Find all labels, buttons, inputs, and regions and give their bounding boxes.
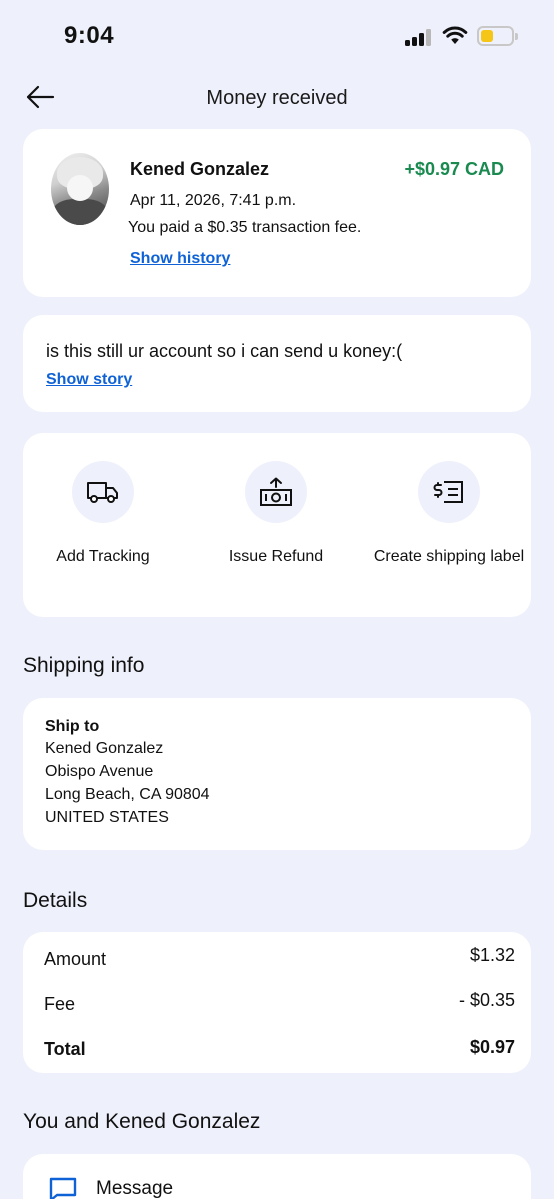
details-heading: Details	[23, 889, 88, 912]
issue-refund-button[interactable]: Issue Refund	[196, 461, 356, 568]
shipping-info-heading: Shipping info	[23, 654, 145, 677]
detail-value: $0.97	[469, 1037, 515, 1057]
issue-refund-label: Issue Refund	[228, 548, 324, 565]
detail-row-total: Total $0.97	[44, 1037, 515, 1060]
avatar	[51, 153, 109, 225]
show-history-link[interactable]: Show history	[130, 250, 230, 268]
detail-label: Total	[44, 1039, 86, 1059]
page-title: Money received	[206, 87, 348, 109]
status-bar: 9:04	[0, 0, 554, 70]
truck-icon	[87, 482, 118, 503]
fee-note: You paid a $0.35 transaction fee.	[128, 219, 362, 236]
message-label: Message	[96, 1178, 174, 1199]
ship-country: UNITED STATES	[45, 809, 169, 826]
add-tracking-button[interactable]: Add Tracking	[23, 461, 183, 568]
ship-city: Long Beach, CA 90804	[45, 786, 210, 803]
message-card[interactable]: Message	[23, 1154, 531, 1199]
detail-label: Amount	[44, 949, 107, 969]
add-tracking-label: Add Tracking	[56, 548, 150, 565]
create-shipping-label-text: Create shipping label	[373, 548, 525, 565]
detail-row-amount: Amount $1.32	[44, 945, 515, 970]
actions-card: Add Tracking Issue Refund Create shippin…	[23, 433, 531, 617]
status-time: 9:04	[64, 22, 115, 49]
wifi-icon	[442, 25, 468, 50]
detail-value: - $0.35	[458, 990, 515, 1010]
ship-to-label: Ship to	[45, 718, 100, 735]
details-card: Amount $1.32 Fee - $0.35 Total $0.97	[23, 932, 531, 1073]
transaction-card: Kened Gonzalez +$0.97 CAD Apr 11, 2026, …	[23, 129, 531, 297]
shipping-label-icon	[433, 481, 463, 503]
shipping-card: Ship to Kened Gonzalez Obispo Avenue Lon…	[23, 698, 531, 850]
message-icon	[49, 1177, 77, 1199]
battery-icon	[477, 26, 518, 46]
contact-heading: You and Kened Gonzalez	[23, 1110, 261, 1133]
signal-icon	[405, 29, 433, 46]
note-card: is this still ur account so i can send u…	[23, 315, 531, 412]
ship-name: Kened Gonzalez	[45, 740, 164, 757]
sender-name: Kened Gonzalez	[130, 159, 270, 179]
detail-label: Fee	[44, 994, 76, 1014]
payment-note: is this still ur account so i can send u…	[46, 341, 403, 361]
detail-row-fee: Fee - $0.35	[44, 990, 515, 1015]
show-story-link[interactable]: Show story	[46, 371, 132, 389]
refund-icon	[260, 477, 292, 506]
amount-received: +$0.97 CAD	[404, 159, 504, 179]
ship-street: Obispo Avenue	[45, 763, 154, 780]
detail-value: $1.32	[469, 945, 515, 965]
create-shipping-label-button[interactable]: Create shipping label	[369, 461, 529, 568]
transaction-datetime: Apr 11, 2026, 7:41 p.m.	[130, 192, 297, 209]
